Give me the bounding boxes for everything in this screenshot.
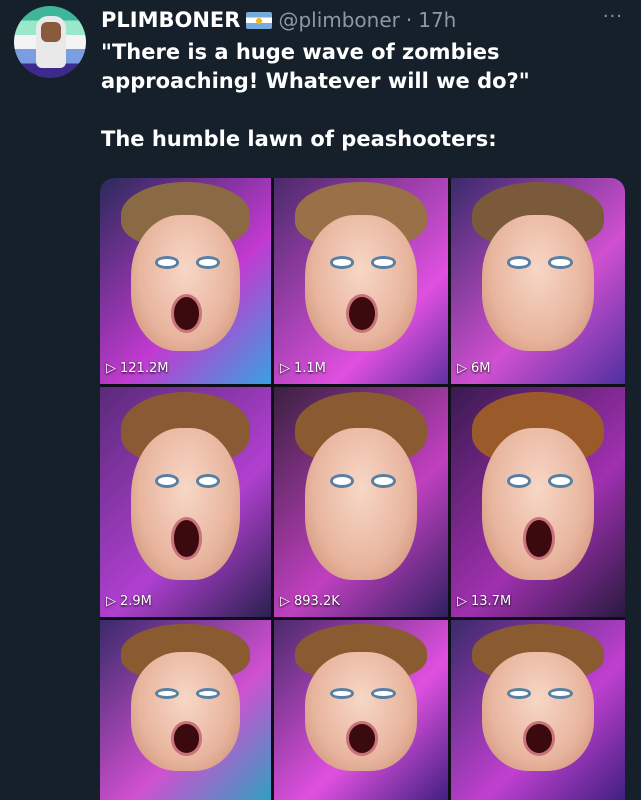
display-name[interactable]: PLIMBONER <box>101 8 240 32</box>
view-count: ▷ 893.2K <box>280 594 340 609</box>
video-thumbnail[interactable]: ▷ 6M <box>451 178 625 384</box>
play-icon: ▷ <box>280 361 290 376</box>
play-icon: ▷ <box>106 594 116 609</box>
video-thumbnail[interactable]: ▷ 2.9M <box>100 387 271 617</box>
view-count-label: 121.2M <box>120 361 169 376</box>
view-count-label: 6M <box>471 361 491 376</box>
view-count: ▷ 13.7M <box>457 594 511 609</box>
avatar[interactable] <box>14 6 86 78</box>
argentina-flag-icon <box>246 11 273 29</box>
view-count-label: 13.7M <box>471 594 512 609</box>
timestamp[interactable]: 17h <box>418 8 456 32</box>
play-icon: ▷ <box>457 594 467 609</box>
separator-dot: · <box>405 8 413 32</box>
video-thumbnail[interactable]: ▷ 13.7M <box>451 387 625 617</box>
view-count: ▷ 1.1M <box>280 361 326 376</box>
view-count-label: 893.2K <box>294 594 340 609</box>
play-icon: ▷ <box>457 361 467 376</box>
view-count-label: 2.9M <box>120 594 152 609</box>
avatar-face <box>41 22 61 42</box>
user-handle[interactable]: @plimboner <box>278 8 399 32</box>
view-count-label: 1.1M <box>294 361 326 376</box>
tweet-line-caption: The humble lawn of peashooters: <box>101 127 497 151</box>
tweet-text: "There is a huge wave of zombies approac… <box>101 38 621 154</box>
view-count: ▷ 121.2M <box>106 361 168 376</box>
media-grid[interactable]: ▷ 121.2M ▷ 1.1M ▷ 6M ▷ 2.9M ▷ 893.2K ▷ 1… <box>100 178 625 800</box>
video-thumbnail[interactable] <box>100 620 271 800</box>
video-thumbnail[interactable]: ▷ 1.1M <box>274 178 448 384</box>
play-icon: ▷ <box>106 361 116 376</box>
view-count: ▷ 2.9M <box>106 594 152 609</box>
tweet-header: PLIMBONER @plimboner · 17h <box>101 8 456 32</box>
video-thumbnail[interactable] <box>274 620 448 800</box>
view-count: ▷ 6M <box>457 361 491 376</box>
more-icon[interactable]: ··· <box>603 6 623 27</box>
video-thumbnail[interactable]: ▷ 121.2M <box>100 178 271 384</box>
video-thumbnail[interactable]: ▷ 893.2K <box>274 387 448 617</box>
video-thumbnail[interactable] <box>451 620 625 800</box>
play-icon: ▷ <box>280 594 290 609</box>
tweet-line-quote: "There is a huge wave of zombies approac… <box>101 40 530 93</box>
